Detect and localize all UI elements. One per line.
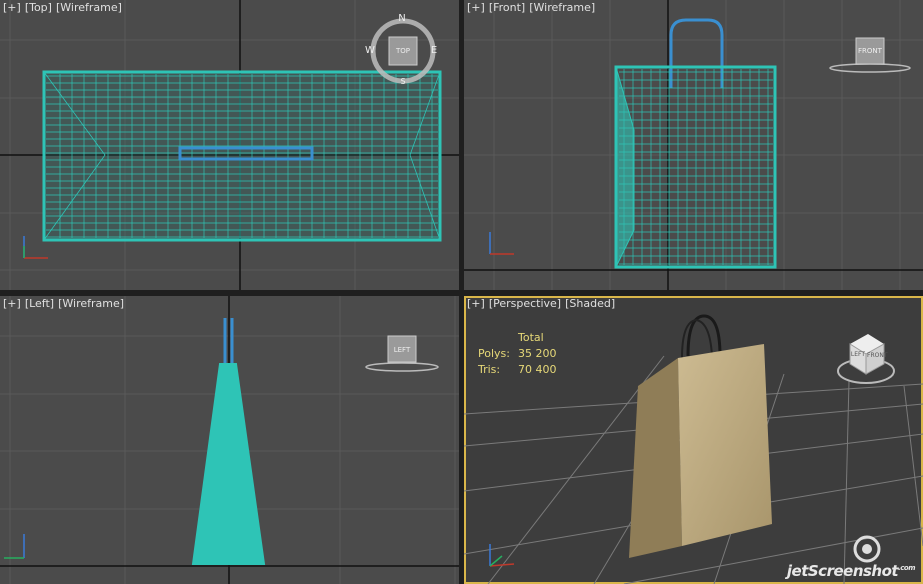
axis-gizmo-top: [23, 236, 48, 259]
bag-wireframe-front-lines: [619, 69, 773, 265]
viewcube-front-label[interactable]: FRONT: [856, 47, 884, 55]
viewport-left[interactable]: [+] [Left] [Wireframe] LEFT: [0, 296, 459, 584]
viewcube-left-face[interactable]: LEFT: [850, 351, 866, 358]
viewport-front[interactable]: [+] [Front] [Wireframe] FRONT: [464, 0, 923, 290]
bag-front-panel: [678, 344, 772, 546]
axis-gizmo-front: [489, 232, 514, 255]
viewcube-left-label[interactable]: LEFT: [388, 346, 416, 354]
stats-header: Total: [518, 331, 544, 344]
viewcube-top-label[interactable]: TOP: [392, 47, 414, 55]
viewport-front-label[interactable]: [+] [Front] [Wireframe]: [467, 1, 599, 14]
viewport-view-name[interactable]: [Perspective]: [489, 297, 561, 310]
viewcube-front-face[interactable]: FRONT: [867, 352, 888, 359]
viewport-view-name[interactable]: [Top]: [25, 1, 52, 14]
viewport-menu-plus[interactable]: [+]: [3, 297, 21, 310]
front-wireframe-stage: [464, 0, 923, 290]
left-wireframe-stage: [0, 296, 459, 584]
viewport-left-label[interactable]: [+] [Left] [Wireframe]: [3, 297, 128, 310]
viewport-menu-plus[interactable]: [+]: [3, 1, 21, 14]
viewport-menu-plus[interactable]: [+]: [467, 1, 485, 14]
viewport-view-name[interactable]: [Left]: [25, 297, 54, 310]
viewport-shading-mode[interactable]: [Wireframe]: [56, 1, 122, 14]
compass-e: E: [430, 45, 438, 56]
axis-gizmo-left: [4, 534, 25, 559]
watermark-suffix: .com: [898, 564, 915, 572]
viewport-menu-plus[interactable]: [+]: [467, 297, 485, 310]
bag-gusset: [629, 358, 682, 558]
compass-n: N: [398, 13, 406, 24]
axis-gizmo-perspective: [489, 544, 515, 567]
viewport-top-label[interactable]: [+] [Top] [Wireframe]: [3, 1, 126, 14]
viewport-top[interactable]: [+] [Top] [Wireframe] TOP N W E S: [0, 0, 459, 290]
viewport-view-name[interactable]: [Front]: [489, 1, 525, 14]
viewport-shading-mode[interactable]: [Shaded]: [565, 297, 615, 310]
watermark: jetScreenshot.com: [786, 562, 916, 580]
top-wireframe-stage: [0, 0, 459, 290]
compass-w: W: [365, 45, 375, 56]
viewport-perspective-label[interactable]: [+] [Perspective] [Shaded]: [467, 297, 619, 310]
polys-value: 35 200: [518, 347, 557, 360]
stats-overlay: Total Polys: 35 200 Tris: 70 400: [478, 330, 578, 378]
viewport-shading-mode[interactable]: [Wireframe]: [529, 1, 595, 14]
compass-s: S: [400, 77, 406, 86]
tris-label: Tris:: [478, 363, 501, 376]
watermark-text: jetScreenshot: [786, 562, 899, 580]
viewport-perspective[interactable]: [+] [Perspective] [Shaded] Total Polys: 35 …: [464, 296, 923, 584]
jetscreenshot-logo-icon: [853, 535, 881, 563]
tris-value: 70 400: [518, 363, 557, 376]
bag-wireframe-front: [614, 65, 777, 269]
polys-label: Polys:: [478, 347, 510, 360]
viewport-shading-mode[interactable]: [Wireframe]: [58, 297, 124, 310]
